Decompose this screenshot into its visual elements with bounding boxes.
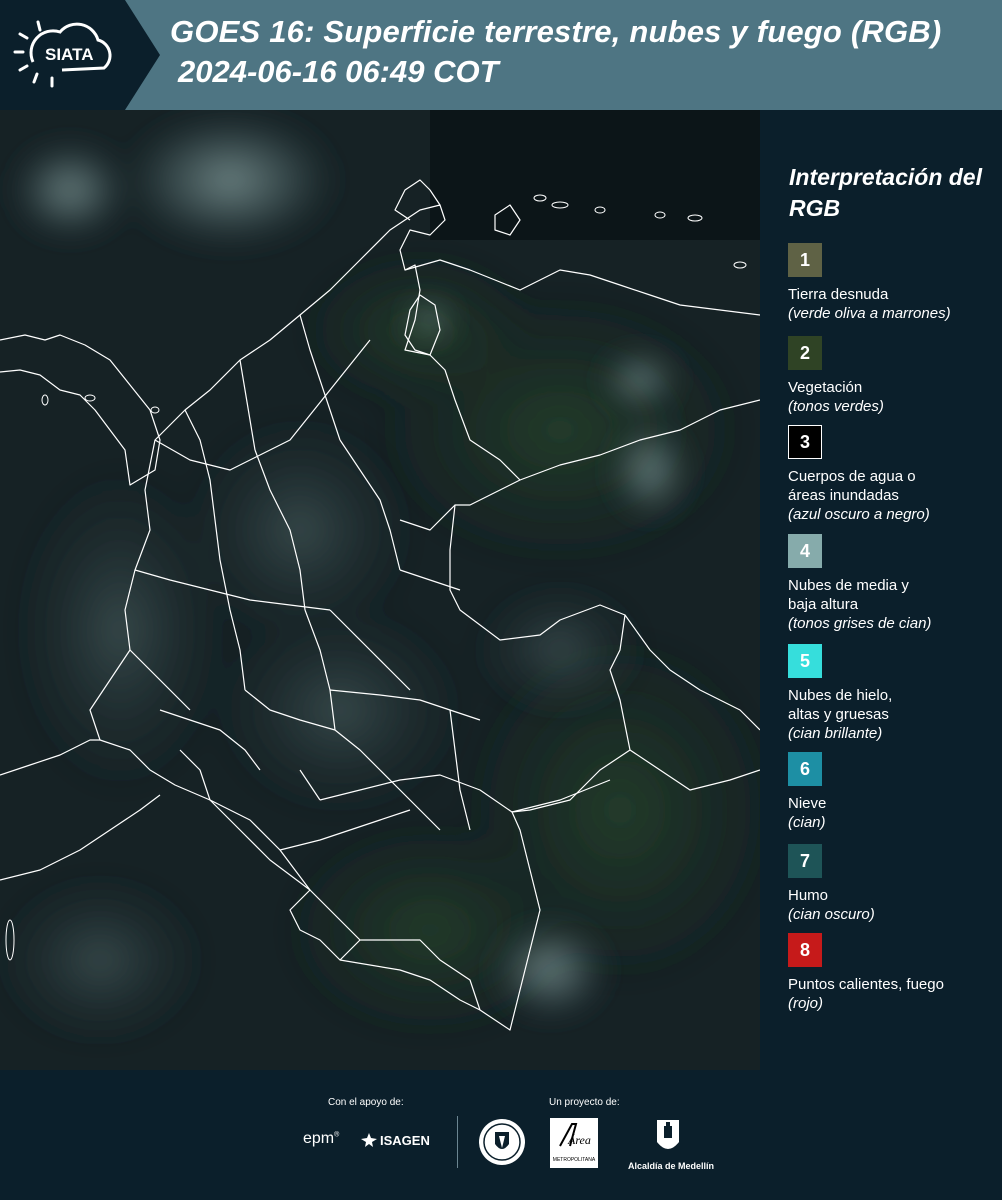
- legend-desc: (verde oliva a marrones): [788, 305, 951, 322]
- legend-desc: (tonos grises de cian): [788, 615, 932, 632]
- legend-label: Cuerpos de agua o áreas inundadas: [788, 468, 916, 504]
- legend-label: Nubes de media y baja altura: [788, 577, 909, 613]
- swatch-3: 3: [788, 425, 822, 459]
- isagen-logo: ISAGEN: [360, 1132, 430, 1148]
- legend-desc: (rojo): [788, 995, 824, 1012]
- swatch-7: 7: [788, 844, 822, 878]
- area-metropolitana-logo: Área METROPOLITANA: [550, 1118, 598, 1168]
- legend-desc: (cian): [788, 814, 826, 831]
- swatch-1: 1: [788, 243, 822, 277]
- legend-desc: (azul oscuro a negro): [788, 506, 930, 523]
- legend-label: Humo: [788, 887, 829, 904]
- footer: Con el apoyo de: Un proyecto de: epm® IS…: [0, 1070, 1002, 1200]
- university-seal: [478, 1118, 526, 1171]
- project-label: Un proyecto de:: [549, 1097, 620, 1108]
- support-label: Con el apoyo de:: [328, 1097, 404, 1108]
- legend-item-mid-low-clouds: 4 Nubes de media y baja altura (tonos gr…: [788, 534, 998, 633]
- timestamp: 2024-06-16 06:49 COT: [178, 54, 499, 89]
- swatch-6: 6: [788, 752, 822, 786]
- siata-logo: SIATA: [0, 0, 160, 110]
- swatch-5: 5: [788, 644, 822, 678]
- legend-panel: Interpretación del RGB 1 Tierra desnuda …: [760, 110, 1002, 1070]
- swatch-4: 4: [788, 534, 822, 568]
- epm-logo: epm®: [303, 1130, 340, 1147]
- header-bar: SIATA GOES 16: Superficie terrestre, nub…: [0, 0, 1002, 110]
- legend-item-water: 3 Cuerpos de agua o áreas inundadas (azu…: [788, 425, 998, 524]
- legend-item-bare-soil: 1 Tierra desnuda (verde oliva a marrones…: [788, 243, 998, 323]
- footer-divider: [457, 1116, 458, 1168]
- legend-label: Tierra desnuda: [788, 286, 889, 303]
- satellite-map[interactable]: [0, 110, 760, 1070]
- legend-label: Nieve: [788, 795, 827, 812]
- swatch-2: 2: [788, 336, 822, 370]
- isagen-icon: [361, 1133, 377, 1147]
- svg-text:SIATA: SIATA: [45, 45, 93, 64]
- svg-text:Área: Área: [567, 1133, 591, 1147]
- alcaldia-logo: Alcaldía de Medellín: [628, 1118, 714, 1171]
- legend-item-fire: 8 Puntos calientes, fuego (rojo): [788, 933, 998, 1013]
- legend-label: Puntos calientes, fuego: [788, 976, 944, 993]
- legend-desc: (cian oscuro): [788, 906, 875, 923]
- legend-item-vegetation: 2 Vegetación (tonos verdes): [788, 336, 998, 416]
- legend-label: Vegetación: [788, 379, 863, 396]
- legend-title: Interpretación del RGB: [789, 164, 982, 221]
- legend-item-snow: 6 Nieve (cian): [788, 752, 998, 832]
- swatch-8: 8: [788, 933, 822, 967]
- legend-item-ice-clouds: 5 Nubes de hielo, altas y gruesas (cian …: [788, 644, 998, 743]
- shield-icon: [657, 1120, 679, 1149]
- legend-item-smoke: 7 Humo (cian oscuro): [788, 844, 998, 924]
- legend-label: Nubes de hielo, altas y gruesas: [788, 687, 893, 723]
- legend-desc: (cian brillante): [788, 725, 883, 742]
- legend-desc: (tonos verdes): [788, 398, 884, 415]
- page-title: GOES 16: Superficie terrestre, nubes y f…: [170, 14, 942, 49]
